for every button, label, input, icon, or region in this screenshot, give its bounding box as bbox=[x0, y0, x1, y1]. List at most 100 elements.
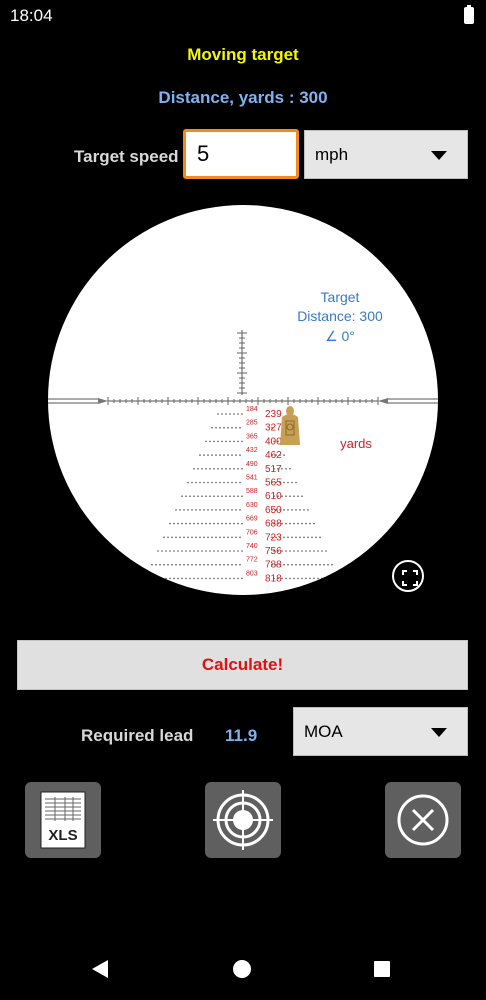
range-label: 788 bbox=[265, 560, 282, 571]
calculate-button[interactable]: Calculate! bbox=[17, 640, 468, 690]
lead-dot bbox=[195, 509, 197, 511]
lead-dot bbox=[295, 563, 297, 566]
lead-dot bbox=[229, 577, 231, 580]
range-sub-label: 706 bbox=[246, 529, 258, 536]
range-sub-label: 588 bbox=[246, 488, 258, 495]
lead-dot bbox=[235, 563, 237, 566]
lead-dot bbox=[211, 536, 213, 539]
target-view-button[interactable] bbox=[205, 782, 281, 858]
lead-dot bbox=[211, 454, 213, 456]
lead-dot bbox=[241, 440, 243, 443]
lead-dot bbox=[163, 536, 165, 539]
lead-dot bbox=[297, 550, 299, 552]
lead-dot bbox=[307, 563, 309, 566]
lead-dot bbox=[199, 509, 201, 511]
lead-dot bbox=[293, 522, 295, 525]
lead-dot bbox=[215, 536, 217, 539]
recent-apps-icon[interactable] bbox=[374, 961, 390, 977]
lead-dot bbox=[297, 522, 299, 525]
lead-dot bbox=[237, 468, 239, 470]
lead-dot bbox=[231, 454, 233, 456]
lead-dot bbox=[215, 563, 217, 566]
lead-dot bbox=[223, 481, 225, 484]
lead-dot bbox=[197, 495, 199, 498]
lead-dot bbox=[229, 413, 231, 415]
lead-dot bbox=[185, 522, 187, 525]
lead-dot bbox=[193, 495, 195, 498]
lead-dot bbox=[221, 413, 223, 415]
lead-dot bbox=[181, 577, 183, 580]
reticle: 239 327 400 462 517 565 610 650 688 723 756 788 818 1… bbox=[48, 289, 438, 584]
lead-dot bbox=[209, 495, 211, 498]
lead-dot bbox=[299, 509, 301, 511]
lead-dot bbox=[229, 440, 231, 443]
lead-dot bbox=[183, 509, 185, 511]
close-button[interactable] bbox=[385, 782, 461, 858]
lead-dot bbox=[327, 563, 329, 566]
lead-dot bbox=[233, 440, 235, 443]
range-label: 650 bbox=[265, 505, 282, 516]
lead-dot bbox=[151, 563, 153, 566]
lead-dot bbox=[215, 509, 217, 511]
lead-dot bbox=[239, 563, 241, 566]
lead-dot bbox=[225, 468, 227, 470]
range-label: 239 bbox=[265, 409, 282, 420]
lead-dot bbox=[287, 536, 289, 539]
range-label: 818 bbox=[265, 573, 282, 584]
lead-dot bbox=[195, 481, 197, 484]
lead-dot bbox=[235, 481, 237, 484]
lead-dot bbox=[221, 550, 223, 552]
lead-dot bbox=[183, 563, 185, 566]
lead-dot bbox=[221, 522, 223, 525]
lead-dot bbox=[221, 468, 223, 470]
lead-dot bbox=[161, 577, 163, 580]
lead-dot bbox=[203, 509, 205, 511]
lead-dot bbox=[239, 481, 241, 484]
lead-dot bbox=[187, 536, 189, 539]
lead-dot bbox=[305, 522, 307, 525]
scope-info-line3: ∠ 0° bbox=[325, 328, 355, 344]
lead-dot bbox=[225, 522, 227, 525]
home-icon[interactable] bbox=[233, 960, 251, 978]
fullscreen-button[interactable] bbox=[392, 560, 424, 592]
lead-dot bbox=[291, 509, 293, 511]
lead-dot bbox=[203, 454, 205, 456]
lead-dot bbox=[201, 577, 203, 580]
export-xls-button[interactable]: XLS bbox=[25, 782, 101, 858]
target-speed-input[interactable] bbox=[183, 129, 299, 179]
lead-dot bbox=[223, 454, 225, 456]
lead-dot bbox=[171, 563, 173, 566]
lead-unit-select[interactable]: MOA bbox=[293, 707, 468, 756]
lead-dot bbox=[207, 509, 209, 511]
lead-dot bbox=[193, 468, 195, 470]
range-sub-label: 772 bbox=[246, 557, 258, 564]
lead-dot bbox=[233, 577, 235, 580]
lead-dot bbox=[301, 522, 303, 525]
target-silhouette bbox=[280, 406, 300, 445]
speed-unit-select[interactable]: mph bbox=[304, 130, 468, 179]
lead-dot bbox=[297, 495, 299, 498]
lead-dot bbox=[237, 522, 239, 525]
lead-dot bbox=[309, 550, 311, 552]
lead-dot bbox=[221, 440, 223, 443]
lead-dot bbox=[289, 522, 291, 525]
lead-dot bbox=[197, 577, 199, 580]
lead-dot bbox=[191, 481, 193, 484]
lead-dot bbox=[205, 495, 207, 498]
range-sub-label: 490 bbox=[246, 461, 258, 468]
lead-dot bbox=[173, 550, 175, 552]
lead-dot bbox=[239, 454, 241, 456]
lead-dot bbox=[217, 550, 219, 552]
lead-dot bbox=[213, 468, 215, 470]
back-icon[interactable] bbox=[92, 960, 108, 978]
lead-dot bbox=[223, 509, 225, 511]
lead-dot bbox=[171, 536, 173, 539]
lead-dot bbox=[285, 495, 287, 498]
lead-dot bbox=[227, 454, 229, 456]
lead-dot bbox=[323, 563, 325, 566]
lead-dot bbox=[305, 577, 307, 580]
scope-view[interactable]: 239 327 400 462 517 565 610 650 688 723 756 788 818 1… bbox=[48, 205, 438, 595]
status-bar: 18:04 bbox=[0, 0, 486, 32]
lead-dot bbox=[217, 468, 219, 470]
lead-dot bbox=[223, 563, 225, 566]
